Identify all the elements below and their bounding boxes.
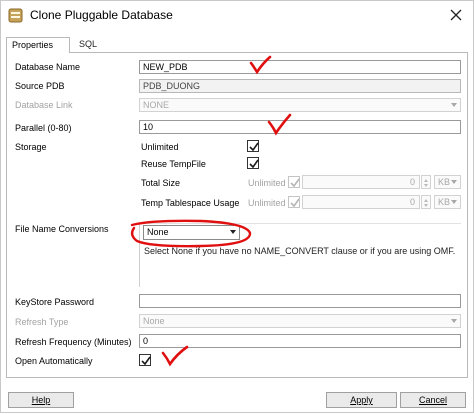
open-automatically-checkbox[interactable]: [139, 354, 151, 366]
database-name-input[interactable]: NEW_PDB: [139, 60, 461, 74]
unlimited-label: Unlimited: [141, 142, 179, 152]
temp-tablespace-unlimited-label: Unlimited: [248, 198, 286, 208]
total-size-unlimited-checkbox: [288, 176, 300, 188]
file-name-conversions-value: None: [147, 227, 169, 237]
temp-tablespace-unlimited-checkbox: [288, 196, 300, 208]
database-icon: [8, 8, 23, 23]
database-link-label: Database Link: [15, 100, 73, 110]
apply-button-label: Apply: [350, 395, 373, 405]
source-pdb-field: PDB_DUONG: [139, 79, 461, 93]
temp-tablespace-unit-select: KB: [434, 195, 461, 209]
help-button[interactable]: Help: [8, 392, 74, 408]
temp-tablespace-spinner: [421, 195, 431, 209]
chevron-down-icon: [451, 103, 457, 107]
cancel-button[interactable]: Cancel: [400, 392, 466, 408]
refresh-type-select: None: [139, 314, 461, 328]
parallel-label: Parallel (0-80): [15, 123, 72, 133]
refresh-type-label: Refresh Type: [15, 317, 69, 327]
apply-button[interactable]: Apply: [326, 392, 397, 408]
checkmark-icon: [290, 198, 300, 208]
checkmark-icon: [249, 142, 259, 152]
tab-sql[interactable]: SQL: [74, 37, 110, 53]
close-icon[interactable]: [447, 6, 465, 24]
chevron-down-icon: [230, 230, 236, 234]
total-size-unit-select: KB: [434, 175, 461, 189]
total-size-label: Total Size: [141, 178, 181, 188]
dialog-title: Clone Pluggable Database: [30, 8, 173, 22]
checkmark-icon: [290, 178, 300, 188]
reuse-tempfile-checkbox[interactable]: [247, 157, 259, 169]
source-pdb-label: Source PDB: [15, 81, 65, 91]
keystore-password-input[interactable]: [139, 294, 461, 308]
unlimited-checkbox[interactable]: [247, 140, 259, 152]
database-name-label: Database Name: [15, 62, 81, 72]
temp-tablespace-input: 0: [302, 195, 420, 209]
file-name-conversions-hint: Select None if you have no NAME_CONVERT …: [144, 246, 456, 256]
cancel-button-label: Cancel: [418, 395, 447, 405]
title-bar: Clone Pluggable Database: [1, 1, 473, 31]
file-name-conversions-select[interactable]: None: [143, 225, 240, 240]
chevron-down-icon: [451, 180, 457, 184]
chevron-down-icon: [451, 200, 457, 204]
refresh-frequency-label: Refresh Frequency (Minutes): [15, 337, 132, 347]
parallel-input[interactable]: 10: [139, 120, 461, 134]
tab-properties[interactable]: Properties: [6, 37, 70, 53]
keystore-password-label: KeyStore Password: [15, 297, 95, 307]
total-size-unit: KB: [438, 177, 451, 187]
checkmark-icon: [249, 159, 259, 169]
checkmark-icon: [141, 356, 151, 366]
refresh-frequency-input[interactable]: 0: [139, 334, 461, 348]
temp-tablespace-unit: KB: [438, 197, 451, 207]
chevron-down-icon: [451, 319, 457, 323]
database-link-select: NONE: [139, 98, 461, 112]
clone-pdb-dialog: Clone Pluggable Database Properties SQL …: [0, 0, 474, 413]
temp-tablespace-label: Temp Tablespace Usage: [141, 198, 240, 208]
file-name-conversions-label: File Name Conversions: [15, 224, 109, 234]
reuse-tempfile-label: Reuse TempFile: [141, 159, 206, 169]
total-size-unlimited-label: Unlimited: [248, 178, 286, 188]
refresh-type-value: None: [143, 316, 165, 326]
database-link-value: NONE: [143, 100, 170, 110]
total-size-spinner: [421, 175, 431, 189]
storage-label: Storage: [15, 142, 47, 152]
total-size-input: 0: [302, 175, 420, 189]
help-button-label: Help: [31, 395, 51, 405]
open-automatically-label: Open Automatically: [15, 356, 93, 366]
